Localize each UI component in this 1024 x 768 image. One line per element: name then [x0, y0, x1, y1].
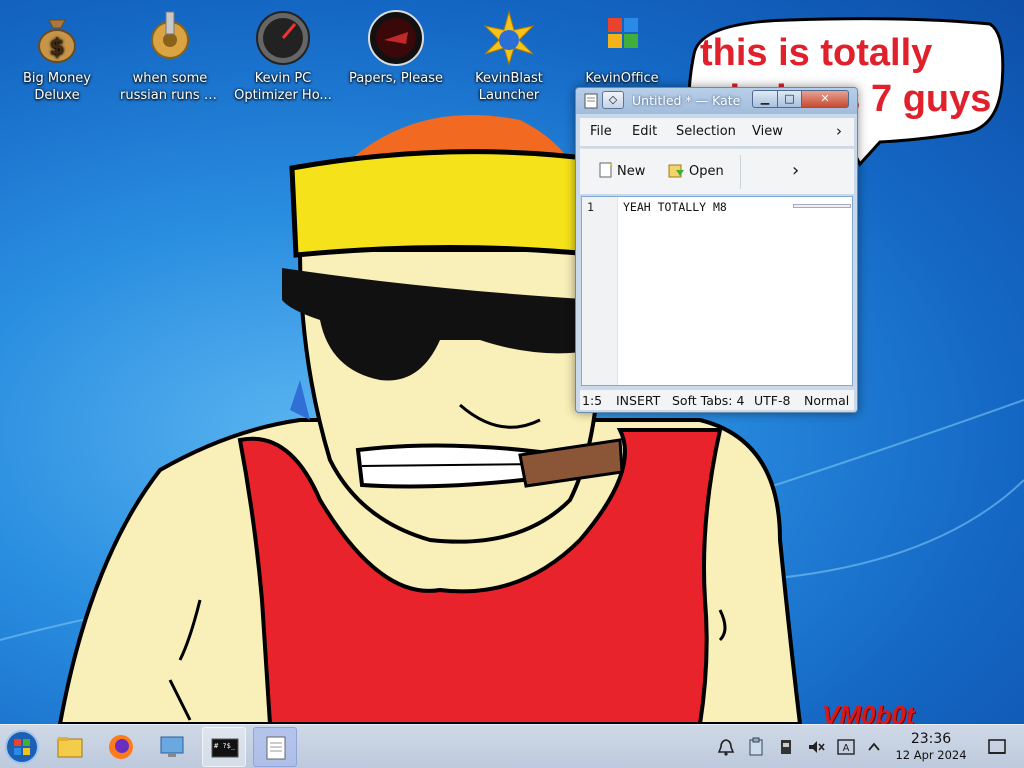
- desktop-icon-kevinblast-launcher[interactable]: KevinBlast Launcher: [457, 10, 561, 104]
- editor-text[interactable]: YEAH TOTALLY M8: [623, 200, 727, 214]
- taskbar: # ?$_ A 23:36 12 Apr 2024: [0, 724, 1024, 768]
- icon-label: when some: [132, 71, 208, 86]
- desktop-icon-russian[interactable]: when some russian runs a...: [118, 10, 222, 104]
- menubar: File Edit Selection View ›: [580, 118, 854, 146]
- desktop-icon-papers-please[interactable]: Papers, Please: [344, 10, 448, 87]
- gear-icon: [151, 11, 189, 59]
- editor-window[interactable]: ◇ Untitled * — Kate ▁ □ ✕ File Edit Sele…: [575, 87, 858, 413]
- minimap-bar[interactable]: [793, 204, 851, 208]
- watermark: VM0b0t: [822, 700, 915, 724]
- cursor-position[interactable]: 1:5: [582, 393, 602, 408]
- chevron-up-icon[interactable]: [864, 737, 884, 757]
- keep-above-button[interactable]: ◇: [602, 91, 624, 109]
- computer-settings-icon: [160, 736, 184, 757]
- open-button-label: Open: [689, 164, 724, 179]
- maximize-button[interactable]: □: [777, 90, 802, 108]
- menu-selection[interactable]: Selection: [676, 124, 736, 139]
- icon-label: Launcher: [478, 88, 540, 103]
- keyboard-layout-icon[interactable]: A: [836, 737, 856, 757]
- volume-muted-icon[interactable]: [806, 737, 826, 757]
- toolbar-separator: [740, 155, 741, 189]
- desktop[interactable]: this is totally windows 7 guys $ Big Mon…: [0, 0, 1024, 724]
- start-button[interactable]: [4, 729, 40, 765]
- clock-date[interactable]: 12 Apr 2024: [894, 748, 968, 762]
- icon-label: russian runs a...: [120, 88, 222, 103]
- menu-view[interactable]: View: [752, 124, 783, 139]
- notepad-icon: [584, 93, 598, 109]
- show-desktop-icon[interactable]: [986, 737, 1008, 757]
- svg-text:$: $: [49, 35, 64, 60]
- desktop-icon-kevinoffice[interactable]: KevinOffice: [570, 10, 674, 87]
- taskbar-text-editor[interactable]: [253, 727, 297, 767]
- bubble-line-1: this is totally: [700, 32, 933, 74]
- office-icon: [608, 18, 638, 48]
- star-burst-icon: [483, 10, 535, 66]
- notepad-icon: [266, 736, 286, 760]
- taskbar-terminal[interactable]: # ?$_: [202, 727, 246, 767]
- svg-text:A: A: [843, 743, 850, 754]
- taskbar-system-settings[interactable]: [150, 727, 194, 767]
- line-number-gutter: 1: [582, 197, 618, 385]
- terminal-label: # ?$_: [214, 742, 236, 750]
- input-mode[interactable]: INSERT: [616, 393, 660, 408]
- window-titlebar[interactable]: ◇ Untitled * — Kate ▁ □ ✕: [576, 88, 857, 114]
- line-number: 1: [587, 200, 594, 214]
- indentation-settings[interactable]: Soft Tabs: 4: [672, 393, 744, 408]
- taskbar-firefox[interactable]: [99, 727, 143, 767]
- storage-device-icon[interactable]: [776, 737, 796, 757]
- desktop-icon-kevin-pc-optimizer[interactable]: Kevin PC Optimizer Ho...: [231, 10, 335, 104]
- desktop-icon-big-money-deluxe[interactable]: $ Big Money Deluxe: [5, 10, 109, 104]
- money-bag-icon: $: [38, 19, 76, 63]
- menu-edit[interactable]: Edit: [632, 124, 657, 139]
- menu-file[interactable]: File: [590, 124, 612, 139]
- icon-label: Optimizer Ho...: [234, 88, 332, 103]
- new-button[interactable]: New: [598, 162, 645, 182]
- icon-label: Big Money: [22, 71, 91, 86]
- icon-label: Deluxe: [34, 88, 80, 103]
- open-button[interactable]: Open: [668, 162, 724, 182]
- open-folder-icon: [668, 164, 684, 178]
- icon-label: Papers, Please: [348, 71, 444, 86]
- text-editor-area[interactable]: 1 YEAH TOTALLY M8: [581, 196, 853, 386]
- icon-label: KevinBlast: [475, 71, 543, 86]
- chevron-right-icon[interactable]: ›: [792, 160, 799, 181]
- icon-label: KevinOffice: [585, 71, 659, 86]
- speedometer-icon: [256, 11, 310, 65]
- window-title: Untitled * — Kate: [632, 93, 741, 108]
- icon-label: Kevin PC: [254, 71, 312, 86]
- notifications-bell-icon[interactable]: [716, 737, 736, 757]
- minimize-button[interactable]: ▁: [752, 90, 778, 108]
- chevron-right-icon[interactable]: ›: [836, 122, 842, 140]
- papers-please-icon: [368, 10, 424, 66]
- firefox-icon: [109, 735, 133, 759]
- new-button-label: New: [617, 164, 646, 179]
- clock-time[interactable]: 23:36: [894, 731, 968, 747]
- statusbar: 1:5 INSERT Soft Tabs: 4 UTF-8 Normal: [580, 390, 854, 410]
- clipboard-icon[interactable]: [746, 737, 766, 757]
- taskbar-file-manager[interactable]: [48, 727, 92, 767]
- folder-icon: [57, 737, 83, 758]
- toolbar: New Open ›: [580, 148, 854, 194]
- view-mode[interactable]: Normal: [804, 393, 849, 408]
- new-document-icon: [599, 162, 613, 178]
- close-button[interactable]: ✕: [801, 90, 849, 108]
- encoding[interactable]: UTF-8: [754, 393, 790, 408]
